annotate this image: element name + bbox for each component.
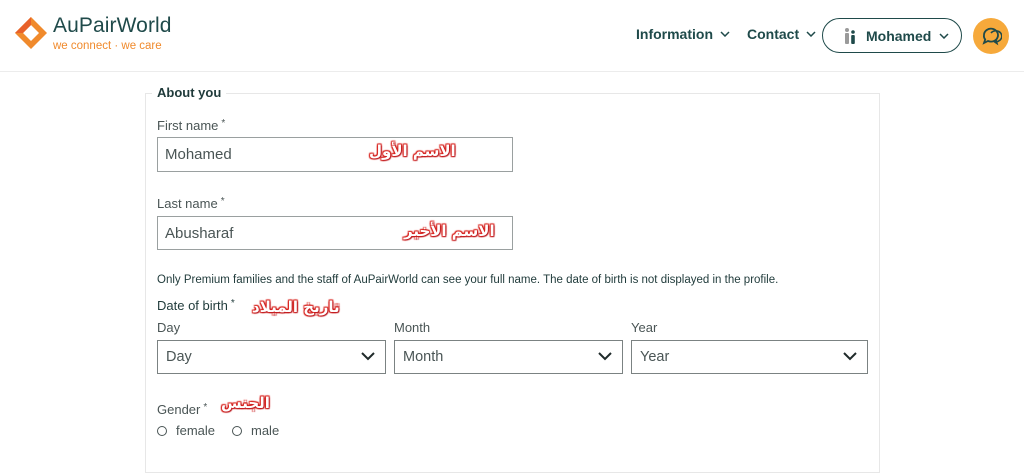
- gender-annotation: الجنس: [221, 394, 270, 412]
- chevron-down-icon: [720, 31, 730, 37]
- user-menu-button[interactable]: Mohamed: [822, 18, 962, 53]
- gender-option-label: female: [176, 423, 216, 438]
- gender-option-male[interactable]: male: [232, 423, 279, 438]
- nav-contact-label: Contact: [747, 26, 800, 42]
- first-name-annotation: الاسم الأول: [369, 142, 456, 160]
- section-title: About you: [152, 85, 227, 100]
- chevron-down-icon: [939, 32, 949, 39]
- first-name-label: First name *: [157, 118, 226, 133]
- last-name-annotation: الاسم الأخير: [404, 222, 495, 240]
- chevron-down-icon: [361, 352, 375, 361]
- year-select[interactable]: Year: [631, 340, 868, 374]
- logo-mark-icon: [15, 17, 47, 49]
- logo-tagline: we connect · we care: [53, 40, 162, 52]
- month-select[interactable]: Month: [394, 340, 623, 374]
- gender-label: Gender *: [157, 402, 208, 417]
- nav-information[interactable]: Information: [636, 26, 730, 42]
- date-of-birth-annotation: تاريخ الميلاد: [252, 298, 340, 316]
- day-label: Day: [157, 320, 181, 335]
- messages-button[interactable]: [973, 18, 1009, 54]
- nav-information-label: Information: [636, 26, 713, 42]
- last-name-label: Last name *: [157, 196, 225, 211]
- first-name-input[interactable]: [157, 137, 513, 172]
- gender-option-female[interactable]: female: [157, 423, 215, 438]
- privacy-note: Only Premium families and the staff of A…: [157, 274, 779, 286]
- top-header: AuPairWorld we connect · we care Informa…: [0, 0, 1024, 72]
- date-of-birth-label: Date of birth *: [157, 298, 235, 313]
- day-select[interactable]: Day: [157, 340, 386, 374]
- month-label: Month: [394, 320, 431, 335]
- family-icon: [845, 27, 855, 44]
- radio-circle-icon[interactable]: [157, 425, 167, 436]
- nav-contact[interactable]: Contact: [747, 26, 816, 42]
- radio-circle-icon[interactable]: [232, 425, 242, 436]
- month-select-value: Month: [403, 349, 444, 365]
- year-label: Year: [631, 320, 658, 335]
- logo-name: AuPairWorld: [53, 14, 172, 37]
- chevron-down-icon: [806, 31, 816, 37]
- year-select-value: Year: [640, 349, 670, 365]
- gender-option-label: male: [251, 423, 280, 438]
- chat-bubble-icon: [982, 27, 1002, 46]
- chevron-down-icon: [843, 352, 857, 361]
- chevron-down-icon: [598, 352, 612, 361]
- user-name: Mohamed: [866, 27, 932, 44]
- day-select-value: Day: [166, 349, 192, 365]
- aupairworld-logo[interactable]: AuPairWorld we connect · we care: [14, 14, 172, 53]
